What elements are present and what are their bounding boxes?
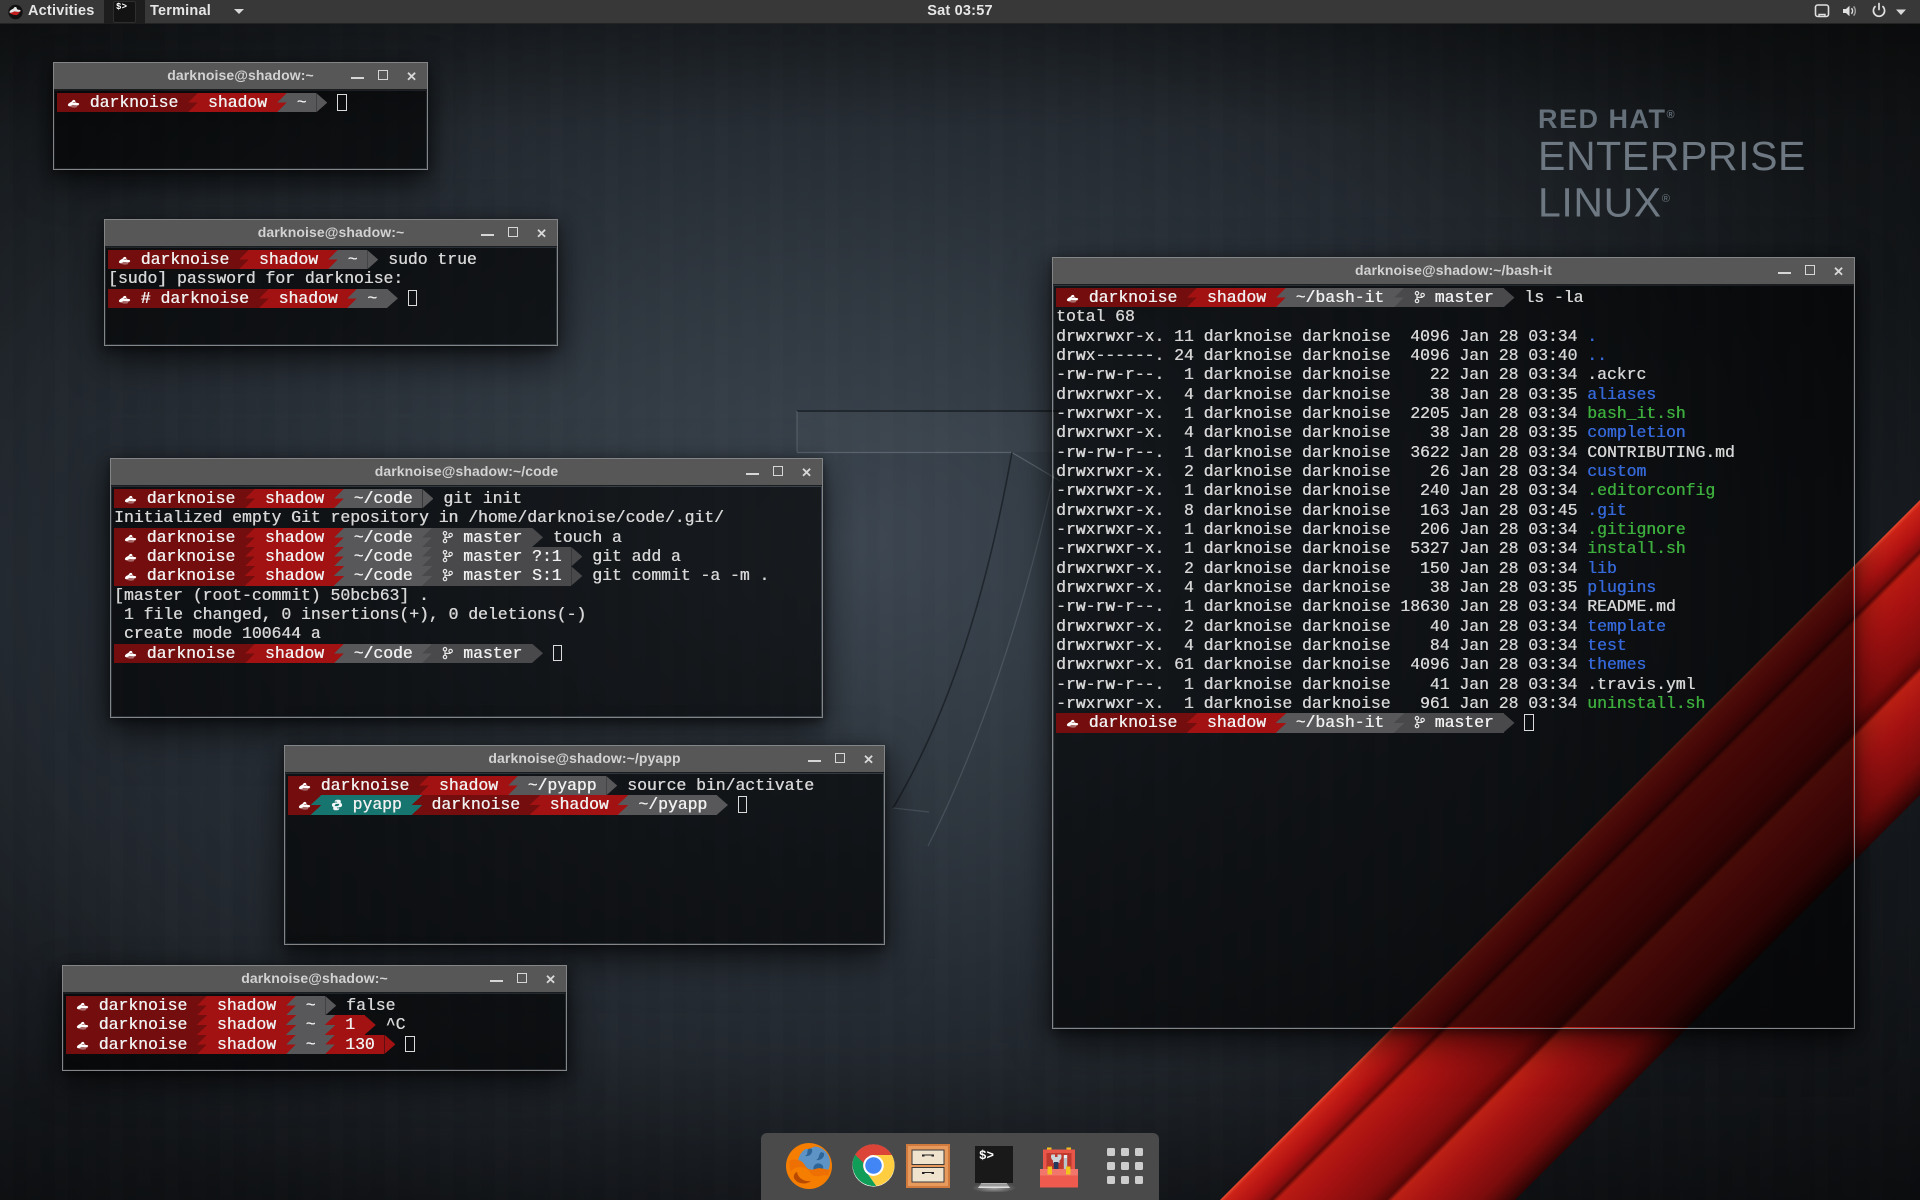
svg-text:$>: $> — [979, 1149, 994, 1163]
